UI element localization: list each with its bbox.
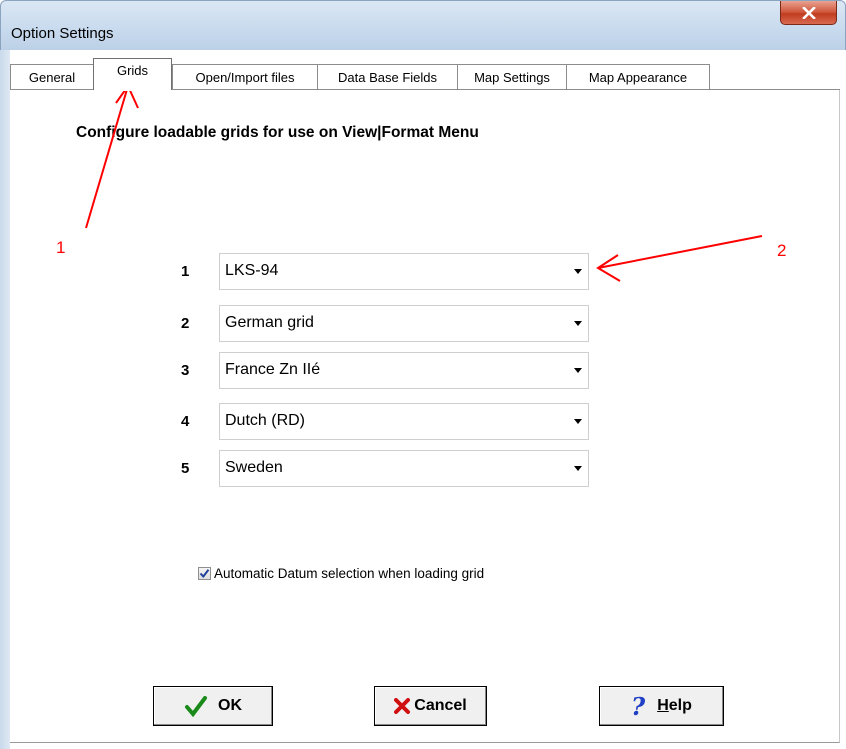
- grid-select-value: LKS-94: [225, 262, 279, 279]
- ok-label: OK: [218, 697, 242, 714]
- option-settings-dialog: Option Settings General Grids Open/Impor…: [0, 0, 846, 749]
- tab-label: General: [28, 69, 76, 85]
- cancel-label: Cancel: [414, 697, 467, 714]
- help-label: Help: [657, 697, 692, 714]
- grid-number-3: 3: [181, 362, 190, 379]
- grid-number-1: 1: [181, 263, 190, 280]
- tab-general[interactable]: General: [10, 64, 94, 89]
- auto-datum-label: Automatic Datum selection when loading g…: [214, 566, 485, 581]
- title-bar[interactable]: Option Settings: [0, 0, 846, 50]
- tab-label: Open/Import files: [195, 69, 295, 85]
- dropdown-arrow-icon[interactable]: [574, 419, 582, 424]
- grid-select-value: Dutch (RD): [225, 412, 306, 429]
- tab-data-base-fields[interactable]: Data Base Fields: [317, 64, 458, 89]
- tab-map-settings[interactable]: Map Settings: [457, 64, 567, 89]
- checkmark-icon: [184, 695, 208, 717]
- panel-heading: Configure loadable grids for use on View…: [76, 124, 479, 141]
- tab-grids[interactable]: Grids: [93, 58, 172, 90]
- tab-label: Map Settings: [474, 69, 550, 85]
- active-tab-gap: [94, 88, 171, 91]
- grid-select-value: Sweden: [225, 459, 283, 476]
- tab-open-import-files[interactable]: Open/Import files: [172, 64, 318, 89]
- grid-number-4: 4: [181, 413, 190, 430]
- tab-map-appearance[interactable]: Map Appearance: [566, 64, 710, 89]
- auto-datum-checkbox[interactable]: [198, 567, 211, 580]
- annotation-label-2: 2: [777, 241, 787, 260]
- grid-number-5: 5: [181, 460, 190, 477]
- tab-label: Grids: [116, 63, 149, 78]
- window-title: Option Settings: [11, 25, 114, 42]
- cross-icon: [394, 698, 411, 714]
- close-button[interactable]: [780, 1, 837, 25]
- grid-select-2[interactable]: German grid: [219, 305, 589, 342]
- grid-select-value: German grid: [225, 314, 314, 331]
- grid-select-3[interactable]: France Zn IIé: [219, 352, 589, 389]
- dropdown-arrow-icon[interactable]: [574, 368, 582, 373]
- checkmark-icon: [199, 569, 210, 579]
- grid-number-2: 2: [181, 315, 190, 332]
- question-mark-icon: ?: [631, 691, 646, 721]
- tab-label: Data Base Fields: [338, 69, 437, 85]
- window-frame-left: [0, 50, 10, 749]
- grid-select-5[interactable]: Sweden: [219, 450, 589, 487]
- auto-datum-option[interactable]: Automatic Datum selection when loading g…: [198, 566, 484, 581]
- cancel-button[interactable]: Cancel: [374, 686, 487, 726]
- grid-select-value: France Zn IIé: [225, 361, 321, 378]
- dropdown-arrow-icon[interactable]: [574, 321, 582, 326]
- close-icon: [801, 6, 816, 19]
- tab-label: Map Appearance: [588, 69, 688, 85]
- annotation-label-1: 1: [56, 238, 66, 257]
- grid-select-1[interactable]: LKS-94: [219, 253, 589, 290]
- dropdown-arrow-icon[interactable]: [574, 466, 582, 471]
- help-button[interactable]: ? Help: [599, 686, 724, 726]
- grid-select-4[interactable]: Dutch (RD): [219, 403, 589, 440]
- dropdown-arrow-icon[interactable]: [574, 269, 582, 274]
- ok-button[interactable]: OK: [153, 686, 273, 726]
